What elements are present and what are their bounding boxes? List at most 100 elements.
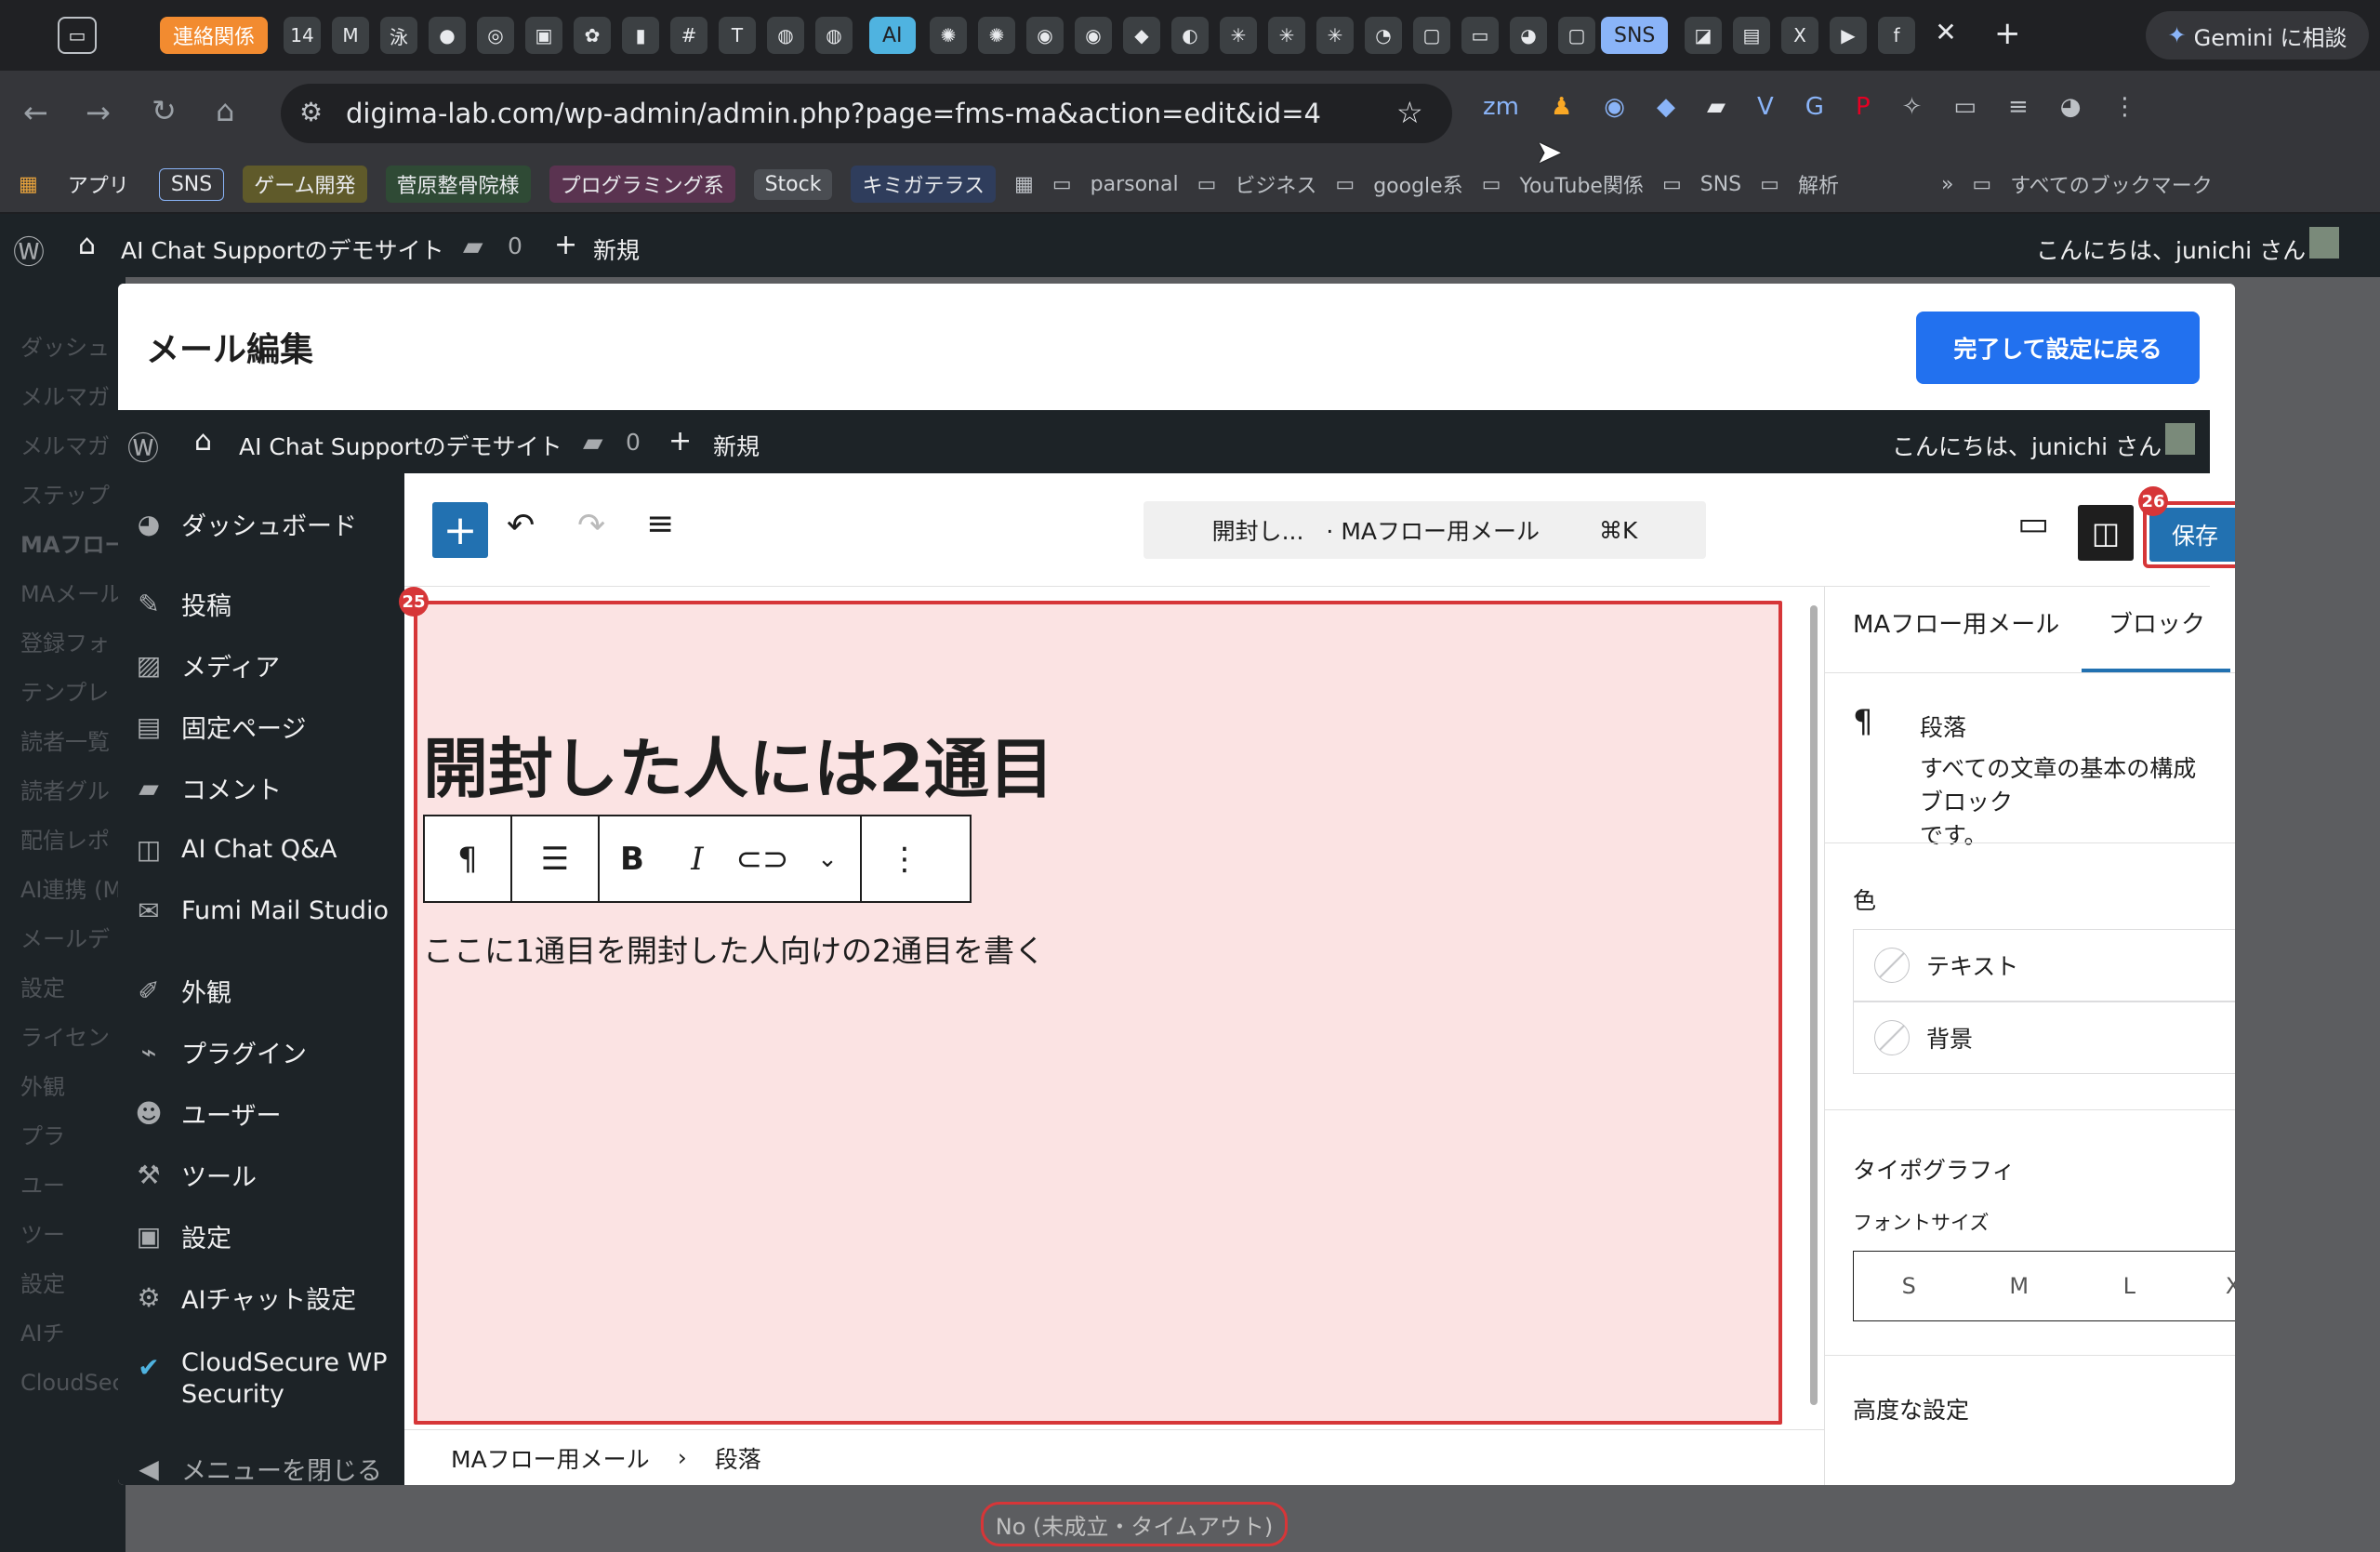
paragraph-icon[interactable]: ¶ (425, 816, 510, 901)
app-icon[interactable]: ● (429, 17, 466, 54)
apps-icon[interactable]: ▦ (19, 173, 38, 196)
breadcrumb-item[interactable]: MAフロー用メール (451, 1441, 650, 1475)
close-tab-icon[interactable]: ✕ (1926, 17, 1965, 54)
chat-icon[interactable]: ▣ (525, 17, 562, 54)
claude-icon[interactable]: ✳ (1268, 17, 1305, 54)
translate-icon[interactable]: G (1805, 93, 1824, 121)
calendar-icon[interactable]: 14 (284, 17, 321, 54)
home-icon[interactable]: ⌂ (216, 93, 234, 128)
font-size-option[interactable]: M (1964, 1252, 2075, 1320)
youtube-icon[interactable]: ▶ (1830, 17, 1867, 54)
menu-comments[interactable]: ▰ コメント (118, 760, 404, 816)
extension-icon[interactable]: ◆ (1657, 93, 1675, 121)
address-bar[interactable]: ⚙ digima-lab.com/wp-admin/admin.php?page… (281, 84, 1452, 143)
bookmark-folder[interactable]: SNS (1700, 173, 1741, 196)
app-icon[interactable]: ✿ (574, 17, 611, 54)
save-button[interactable]: 保存 (2149, 508, 2235, 562)
preview-device-icon[interactable]: ▭ (2017, 505, 2049, 543)
claude-icon[interactable]: ✳ (1316, 17, 1354, 54)
app-icon[interactable]: ◪ (1685, 17, 1722, 54)
menu-fumi-mail-studio[interactable]: ✉ Fumi Mail Studio (118, 882, 404, 938)
menu-plugins[interactable]: ⌁ プラグイン (118, 1024, 404, 1080)
comment-count[interactable]: 0 (508, 232, 522, 259)
email-paragraph[interactable]: ここに1通目を開封した人向けの2通目を書く (423, 926, 1045, 971)
tab-group-label[interactable]: SNS (1601, 17, 1669, 54)
done-button[interactable]: 完了して設定に戻る (1916, 312, 2200, 384)
menu-media[interactable]: ▨ メディア (118, 637, 404, 693)
grid-icon[interactable]: ▦ (1014, 173, 1034, 196)
bookmark-group[interactable]: プログラミング系 (549, 166, 735, 203)
analytics-icon[interactable]: ▮ (622, 17, 659, 54)
globe-icon[interactable]: ◍ (815, 17, 853, 54)
app-icon[interactable]: ▢ (1413, 17, 1450, 54)
text-color-option[interactable]: テキスト (1853, 929, 2235, 1002)
chevron-down-icon[interactable]: ⌄ (795, 816, 860, 901)
menu-posts[interactable]: ✎ 投稿 (118, 576, 404, 631)
reload-icon[interactable]: ↻ (152, 93, 177, 128)
app-icon[interactable]: ▭ (1461, 17, 1499, 54)
tab-group-label[interactable]: 連絡関係 (160, 17, 269, 54)
italic-icon[interactable]: I (665, 816, 730, 901)
canvas-scrollbar[interactable] (1807, 587, 1820, 1424)
new-link[interactable]: 新規 (713, 429, 760, 462)
breadcrumb-item[interactable]: 段落 (715, 1441, 761, 1475)
avatar[interactable]: ◕ (2060, 93, 2082, 121)
document-overview-icon[interactable]: ≡ (646, 505, 674, 543)
pinterest-icon[interactable]: P (1856, 93, 1871, 121)
chatgpt-icon[interactable]: ✺ (930, 17, 967, 54)
avatar[interactable] (2165, 423, 2195, 455)
slack-icon[interactable]: # (670, 17, 707, 54)
background-color-option[interactable]: 背景 (1853, 1002, 2235, 1074)
bookmark-star-icon[interactable]: ☆ (1396, 95, 1423, 130)
gemini-button[interactable]: ✦ Gemini に相談 (2146, 11, 2369, 60)
facebook-icon[interactable]: f (1878, 17, 1915, 54)
wordpress-logo-icon[interactable]: Ⓦ (13, 227, 45, 272)
menu-users[interactable]: ☻ ユーザー (118, 1085, 404, 1141)
puzzle-icon[interactable]: ✧ (1902, 93, 1923, 121)
site-name[interactable]: AI Chat Supportのデモサイト (121, 232, 444, 266)
site-info-icon[interactable]: ⚙ (299, 97, 323, 127)
forward-icon[interactable]: → (86, 95, 111, 130)
menu-cloudsecure[interactable]: ✔ CloudSecure WP Security (118, 1347, 404, 1422)
link-icon[interactable]: ⊂⊃ (730, 816, 795, 901)
menu-settings[interactable]: ▣ 設定 (118, 1208, 404, 1264)
claude-icon[interactable]: ✳ (1220, 17, 1257, 54)
chatgpt-icon[interactable]: ✺ (978, 17, 1015, 54)
bookmark-apps[interactable]: アプリ (57, 166, 140, 203)
tab-document[interactable]: MAフロー用メール (1853, 605, 2059, 640)
menu-tools[interactable]: ⚒ ツール (118, 1147, 404, 1202)
site-name[interactable]: AI Chat Supportのデモサイト (239, 429, 562, 462)
menu-collapse[interactable]: ◀ メニューを閉じる (118, 1440, 404, 1486)
bookmark-group[interactable]: 菅原整骨院様 (385, 166, 531, 203)
extension-icon[interactable]: ▰ (1707, 93, 1726, 121)
app-icon[interactable]: ◆ (1123, 17, 1160, 54)
bold-icon[interactable]: B (600, 816, 665, 901)
email-heading[interactable]: 開封した人には2通目 (423, 717, 1054, 811)
extension-icon[interactable]: ♟ (1551, 93, 1572, 121)
more-icon[interactable]: ⋮ (2112, 93, 2136, 121)
app-icon[interactable]: ◉ (1026, 17, 1064, 54)
app-icon[interactable]: ◕ (1510, 17, 1547, 54)
scrollbar-thumb[interactable] (1810, 605, 1818, 1405)
app-icon[interactable]: ◐ (1171, 17, 1209, 54)
menu-pages[interactable]: ▤ 固定ページ (118, 698, 404, 754)
bookmark-folder[interactable]: google系 (1373, 169, 1463, 199)
menu-dashboard[interactable]: ◕ ダッシュボード (118, 496, 404, 551)
font-size-option[interactable]: XL (2185, 1252, 2235, 1320)
back-icon[interactable]: ← (23, 95, 48, 130)
tab-block[interactable]: ブロック (2109, 605, 2205, 640)
font-size-option[interactable]: S (1854, 1252, 1964, 1320)
bookmark-group[interactable]: キミガテラス (851, 166, 997, 203)
redo-icon[interactable]: ↷ (577, 507, 605, 545)
extension-icon[interactable]: V (1757, 93, 1774, 121)
globe-icon[interactable]: ◍ (767, 17, 804, 54)
extension-icon[interactable]: ◉ (1604, 93, 1625, 121)
reading-list-icon[interactable]: ≡ (2008, 93, 2029, 121)
overflow-chevron-icon[interactable]: » (1941, 173, 1953, 196)
more-options-icon[interactable]: ⋮ (862, 816, 947, 901)
tab-search-icon[interactable]: ▭ (1953, 93, 1977, 121)
greeting[interactable]: こんにちは、junichi さん (1892, 429, 2162, 462)
gmail-icon[interactable]: M (332, 17, 369, 54)
new-link[interactable]: 新規 (593, 232, 640, 266)
zoom-icon[interactable]: zm (1483, 93, 1519, 121)
